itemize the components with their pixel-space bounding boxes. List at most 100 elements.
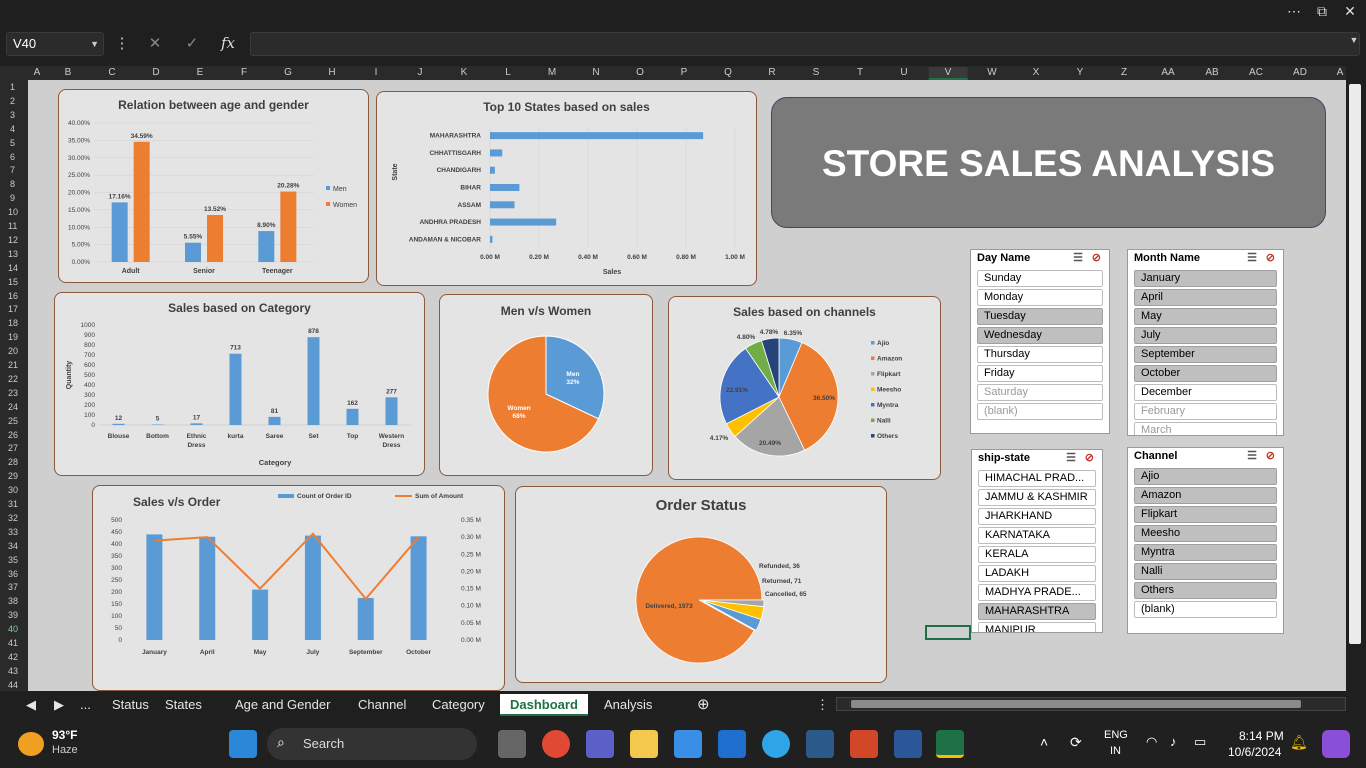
multi-select-icon[interactable]: ☰ [1066,451,1076,464]
row-header[interactable]: 7 [10,165,15,175]
clear-filter-icon[interactable]: ⊘ [1266,251,1275,264]
more-options-icon[interactable]: ⋯ [1280,2,1308,20]
row-header[interactable]: 37 [8,582,18,592]
row-header[interactable]: 8 [10,179,15,189]
row-header[interactable]: 10 [8,207,18,217]
column-header[interactable]: X [1033,67,1040,78]
search-box[interactable]: ⌕ Search [267,728,477,760]
month-slicer[interactable]: Month Name ☰ ⊘ January April May July Septembe… [1127,249,1284,436]
slicer-item[interactable]: Friday [977,365,1103,382]
column-header[interactable]: J [418,67,423,78]
row-header[interactable]: 20 [8,346,18,356]
horizontal-scrollbar[interactable] [836,697,1346,711]
volume-icon[interactable]: ♪ [1170,734,1177,749]
next-sheet-icon[interactable]: ▶ [54,694,64,716]
weather-status[interactable]: Haze [52,744,78,756]
slicer-item[interactable]: Others [1134,582,1277,599]
chevron-down-icon[interactable]: ▼ [90,33,99,55]
multi-select-icon[interactable]: ☰ [1247,251,1257,264]
slicer-item[interactable]: October [1134,365,1277,382]
edge-icon[interactable] [762,730,790,758]
row-header[interactable]: 14 [8,263,18,273]
slicer-item[interactable]: MANIPUR [978,622,1096,632]
column-header[interactable]: G [284,67,292,78]
slicer-item[interactable]: January [1134,270,1277,287]
name-box[interactable]: V40 ▼ [6,32,104,56]
row-header[interactable]: 35 [8,555,18,565]
row-header[interactable]: 5 [10,138,15,148]
powerpoint-icon[interactable] [850,730,878,758]
slicer-item[interactable]: JAMMU & KASHMIR [978,489,1096,506]
row-header[interactable]: 12 [8,235,18,245]
men-women-chart[interactable]: Men v/s Women Women 68% Men 32% [439,294,653,476]
slicer-item[interactable]: March [1134,422,1277,435]
slicer-item[interactable]: Flipkart [1134,506,1277,523]
channel-slicer[interactable]: Channel ☰ ⊘ Ajio Amazon Flipkart Meesho Myntra… [1127,447,1284,634]
column-header[interactable]: A [1337,67,1344,78]
cancel-icon[interactable]: ✕ [143,34,167,52]
column-header[interactable]: Z [1121,67,1127,78]
column-header[interactable]: S [813,67,820,78]
slicer-item[interactable]: Thursday [977,346,1103,363]
restore-icon[interactable]: ⧉ [1308,2,1336,20]
row-header[interactable]: 3 [10,110,15,120]
active-cell[interactable] [925,625,971,640]
row-header[interactable]: 27 [8,443,18,453]
column-header[interactable]: B [65,67,72,78]
chevron-up-icon[interactable]: ˄ [1040,734,1048,750]
clock-date[interactable]: 10/6/2024 [1228,745,1281,759]
mail-icon[interactable] [718,730,746,758]
scroll-thumb[interactable] [1349,84,1361,644]
row-header[interactable]: 11 [8,221,17,231]
slicer-item[interactable]: MADHYA PRADE... [978,584,1096,601]
wifi-icon[interactable]: ◠ [1146,734,1157,750]
column-header[interactable]: I [375,67,378,78]
row-header[interactable]: 29 [8,471,18,481]
column-header[interactable]: E [197,67,204,78]
column-header[interactable]: C [108,67,115,78]
function-icon[interactable]: fx [216,34,240,52]
slicer-item[interactable]: Monday [977,289,1103,306]
sheet-tab-category[interactable]: Category [432,694,485,716]
copilot-icon[interactable] [1322,730,1350,758]
column-header[interactable]: Q [724,67,732,78]
age-gender-chart[interactable]: Relation between age and gender 0.00% 5.0… [58,89,369,283]
formula-input[interactable] [250,32,1360,56]
slicer-item[interactable]: Sunday [977,270,1103,287]
slicer-item[interactable]: LADAKH [978,565,1096,582]
row-header[interactable]: 22 [8,374,18,384]
row-header[interactable]: 40 [8,624,18,634]
column-header[interactable]: M [548,67,556,78]
row-header[interactable]: 26 [8,430,18,440]
row-header[interactable]: 25 [8,416,18,426]
row-header[interactable]: 24 [8,402,18,412]
sheet-tab-age-and-gender[interactable]: Age and Gender [235,694,330,716]
add-sheet-icon[interactable]: ⊕ [697,694,710,716]
multi-select-icon[interactable]: ☰ [1073,251,1083,264]
column-header[interactable]: K [461,67,468,78]
store-icon[interactable] [674,730,702,758]
slicer-item[interactable]: (blank) [977,403,1103,420]
slicer-item[interactable]: September [1134,346,1277,363]
clock-time[interactable]: 8:14 PM [1239,729,1284,743]
top-states-chart[interactable]: Top 10 States based on sales 0.00 M 0.20 … [376,91,757,286]
column-header[interactable]: AD [1293,67,1307,78]
sheet-tab-channel[interactable]: Channel [358,694,406,716]
column-header[interactable]: F [241,67,247,78]
column-header[interactable]: O [636,67,644,78]
column-header[interactable]: N [592,67,599,78]
row-header[interactable]: 34 [8,541,18,551]
language-secondary[interactable]: IN [1110,745,1121,757]
row-header[interactable]: 44 [8,680,18,690]
slicer-item[interactable]: Nalli [1134,563,1277,580]
state-slicer[interactable]: ship-state ☰ ⊘ HIMACHAL PRAD... JAMMU & KAS… [971,449,1103,633]
slicer-item[interactable]: April [1134,289,1277,306]
column-header[interactable]: T [857,67,863,78]
vertical-dots-icon[interactable]: ⋮ [816,694,829,716]
column-header[interactable]: H [328,67,335,78]
word-icon[interactable] [894,730,922,758]
column-header[interactable]: U [900,67,907,78]
multi-select-icon[interactable]: ☰ [1247,449,1257,462]
row-header[interactable]: 23 [8,388,18,398]
column-header[interactable]: AC [1249,67,1263,78]
